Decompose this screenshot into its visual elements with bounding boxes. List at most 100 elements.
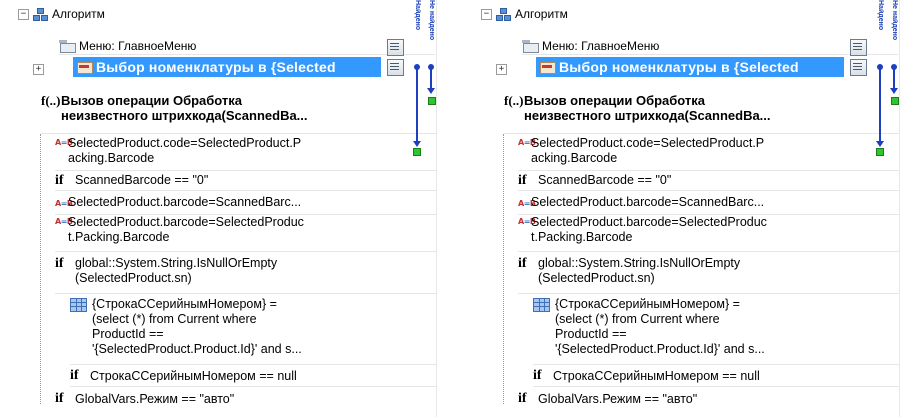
tree-item-operation-call[interactable]: f(..) Вызов операции Обработка неизвестно… bbox=[504, 93, 899, 134]
assign-icon: A=B bbox=[55, 138, 73, 147]
form-icon[interactable] bbox=[387, 59, 404, 76]
tree-item-assign[interactable]: A=B SelectedProduct.barcode=ScannedBarc.… bbox=[55, 191, 436, 215]
column-divider bbox=[899, 0, 900, 417]
if-icon: if bbox=[533, 368, 542, 383]
collapse-icon[interactable]: − bbox=[18, 8, 29, 20]
product-selection-icon bbox=[76, 60, 93, 74]
tree-item-if[interactable]: if GlobalVars.Режим == "авто" bbox=[518, 389, 899, 409]
assign-icon: A=B bbox=[55, 217, 73, 226]
assign-icon: A=B bbox=[55, 198, 73, 208]
tree-root-label: Алгоритм bbox=[515, 7, 568, 21]
condition-text: ScannedBarcode == "0" bbox=[75, 173, 209, 187]
condition-text: GlobalVars.Режим == "авто" bbox=[75, 391, 235, 406]
tree-guide-line bbox=[503, 134, 510, 404]
collapse-icon[interactable]: − bbox=[481, 8, 492, 20]
hierarchy-icon bbox=[33, 7, 48, 21]
menu-label: Меню: ГлавноеМеню bbox=[79, 38, 197, 53]
expand-icon[interactable]: + bbox=[33, 64, 44, 75]
form-icon[interactable] bbox=[387, 39, 404, 56]
flow-line bbox=[879, 67, 881, 142]
algorithm-tree: − Алгоритм Меню: ГлавноеМеню + Выбор ном… bbox=[0, 0, 455, 417]
assign-icon: A=B bbox=[518, 217, 536, 226]
if-icon: if bbox=[518, 172, 527, 188]
query-text: {СтрокаССерийнымНомером} = (select (*) fr… bbox=[92, 297, 302, 356]
tree-item-assign[interactable]: A=B SelectedProduct.barcode=ScannedBarc.… bbox=[518, 191, 899, 215]
tree-item-assign[interactable]: A=B SelectedProduct.barcode=SelectedProd… bbox=[518, 215, 899, 252]
product-selection-icon bbox=[539, 60, 556, 74]
tree-item-if[interactable]: if ScannedBarcode == "0" bbox=[518, 171, 899, 191]
algorithm-tree: − Алгоритм Меню: ГлавноеМеню + Выбор ном… bbox=[463, 0, 918, 417]
flow-end-marker bbox=[428, 97, 436, 105]
column-header-found: Найдено bbox=[877, 0, 884, 31]
expand-icon[interactable]: + bbox=[496, 64, 507, 75]
operation-label: Вызов операции Обработка неизвестного штр… bbox=[524, 93, 771, 123]
flow-line bbox=[430, 67, 432, 90]
menu-icon bbox=[522, 39, 539, 53]
assign-icon: A=B bbox=[518, 138, 536, 147]
tree-item-if[interactable]: if СтрокаССерийнымНомером == null bbox=[70, 366, 436, 387]
flow-line bbox=[416, 67, 418, 142]
tree-root[interactable]: − Алгоритм bbox=[18, 6, 105, 22]
if-icon: if bbox=[55, 256, 64, 271]
condition-text: global::System.String.IsNullOrEmpty (Sele… bbox=[538, 256, 741, 285]
form-icon[interactable] bbox=[850, 39, 867, 56]
column-divider bbox=[436, 0, 437, 417]
condition-text: СтрокаССерийнымНомером == null bbox=[553, 368, 760, 383]
operation-label: Вызов операции Обработка неизвестного штр… bbox=[61, 93, 308, 123]
tree-item-assign[interactable]: A=B SelectedProduct.barcode=SelectedProd… bbox=[55, 215, 436, 252]
tree-item-if[interactable]: if ScannedBarcode == "0" bbox=[55, 171, 436, 191]
assign-text: SelectedProduct.code=SelectedProduct.P ac… bbox=[68, 136, 302, 165]
tree-item-selection[interactable]: Выбор номенклатуры в {Selected bbox=[536, 57, 844, 77]
if-icon: if bbox=[70, 368, 79, 383]
flow-end-marker bbox=[876, 148, 884, 156]
assign-text: SelectedProduct.barcode=ScannedBarc... bbox=[531, 195, 765, 209]
tree-item-assign[interactable]: A=B SelectedProduct.code=SelectedProduct… bbox=[518, 136, 899, 171]
flow-arrow-icon bbox=[876, 141, 884, 147]
tree-item-operation-call[interactable]: f(..) Вызов операции Обработка неизвестно… bbox=[41, 93, 436, 134]
tree-guide-line bbox=[40, 134, 47, 404]
tree-root[interactable]: − Алгоритм bbox=[481, 6, 568, 22]
condition-text: GlobalVars.Режим == "авто" bbox=[538, 391, 698, 406]
table-icon bbox=[533, 298, 551, 312]
algorithm-tree-panel-left: − Алгоритм Меню: ГлавноеМеню + Выбор ном… bbox=[0, 0, 455, 417]
condition-text: ScannedBarcode == "0" bbox=[538, 173, 672, 187]
column-header-not-found: Не найдено bbox=[428, 0, 435, 40]
flow-arrow-icon bbox=[413, 141, 421, 147]
assign-text: SelectedProduct.barcode=ScannedBarc... bbox=[68, 195, 302, 209]
tree-item-if[interactable]: if global::System.String.IsNullOrEmpty (S… bbox=[518, 256, 899, 294]
tree-item-if[interactable]: if GlobalVars.Режим == "авто" bbox=[55, 389, 436, 409]
tree-item-menu[interactable]: Меню: ГлавноеМеню bbox=[522, 37, 898, 55]
menu-icon bbox=[59, 39, 76, 53]
tree-item-query[interactable]: {СтрокаССерийнымНомером} = (select (*) fr… bbox=[533, 297, 899, 365]
function-icon: f(..) bbox=[504, 93, 524, 108]
column-header-found: Найдено bbox=[414, 0, 421, 31]
condition-text: СтрокаССерийнымНомером == null bbox=[90, 368, 297, 383]
tree-item-assign[interactable]: A=B SelectedProduct.code=SelectedProduct… bbox=[55, 136, 436, 171]
selection-label: Выбор номенклатуры в {Selected bbox=[96, 59, 336, 75]
tree-root-label: Алгоритм bbox=[52, 7, 105, 21]
assign-text: SelectedProduct.barcode=SelectedProduc t.… bbox=[68, 215, 304, 244]
if-icon: if bbox=[55, 172, 64, 188]
tree-item-query[interactable]: {СтрокаССерийнымНомером} = (select (*) fr… bbox=[70, 297, 436, 365]
condition-text: global::System.String.IsNullOrEmpty (Sele… bbox=[75, 256, 278, 285]
flow-end-marker bbox=[891, 97, 899, 105]
query-text: {СтрокаССерийнымНомером} = (select (*) fr… bbox=[555, 297, 765, 356]
if-icon: if bbox=[518, 391, 527, 406]
flow-arrow-icon bbox=[427, 88, 435, 94]
tree-item-if[interactable]: if СтрокаССерийнымНомером == null bbox=[533, 366, 899, 387]
if-icon: if bbox=[518, 256, 527, 271]
tree-item-menu[interactable]: Меню: ГлавноеМеню bbox=[59, 37, 435, 55]
hierarchy-icon bbox=[496, 7, 511, 21]
tree-item-if[interactable]: if global::System.String.IsNullOrEmpty (S… bbox=[55, 256, 436, 294]
flow-line bbox=[893, 67, 895, 90]
algorithm-tree-panel-right: − Алгоритм Меню: ГлавноеМеню + Выбор ном… bbox=[463, 0, 918, 417]
form-icon[interactable] bbox=[850, 59, 867, 76]
table-icon bbox=[70, 298, 88, 312]
assign-text: SelectedProduct.code=SelectedProduct.P ac… bbox=[531, 136, 765, 165]
assign-icon: A=B bbox=[518, 198, 536, 208]
flow-end-marker bbox=[413, 148, 421, 156]
selection-label: Выбор номенклатуры в {Selected bbox=[559, 59, 799, 75]
assign-text: SelectedProduct.barcode=SelectedProduc t.… bbox=[531, 215, 767, 244]
tree-item-selection[interactable]: Выбор номенклатуры в {Selected bbox=[73, 57, 381, 77]
flow-arrow-icon bbox=[890, 88, 898, 94]
